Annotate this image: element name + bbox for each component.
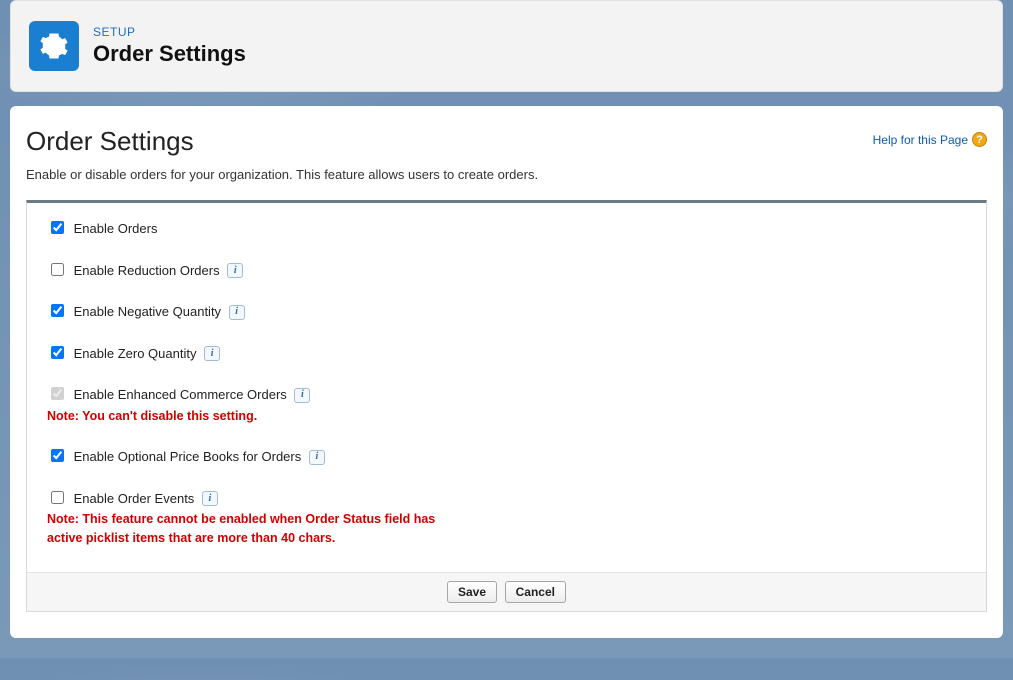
checkbox-enable-zero-quantity[interactable] [51, 346, 64, 359]
option-enable-optional-price-books: Enable Optional Price Books for Orders i [47, 445, 986, 467]
label-enable-reduction-orders: Enable Reduction Orders [74, 263, 220, 278]
page-description: Enable or disable orders for your organi… [26, 167, 987, 182]
setup-header: SETUP Order Settings [10, 0, 1003, 92]
note-enhanced-commerce: Note: You can't disable this setting. [47, 407, 467, 426]
checkbox-enable-optional-price-books[interactable] [51, 449, 64, 462]
checkbox-enable-orders[interactable] [51, 221, 64, 234]
gear-icon [29, 21, 79, 71]
option-enable-reduction-orders: Enable Reduction Orders i [47, 259, 986, 281]
checkbox-enable-enhanced-commerce-orders [51, 387, 64, 400]
info-icon[interactable]: i [294, 388, 310, 403]
help-link-label: Help for this Page [873, 133, 968, 147]
breadcrumb: SETUP [93, 25, 246, 39]
help-icon: ? [972, 132, 987, 147]
label-enable-negative-quantity: Enable Negative Quantity [74, 304, 221, 319]
button-row: Save Cancel [27, 572, 986, 611]
info-icon[interactable]: i [227, 263, 243, 278]
label-enable-optional-price-books: Enable Optional Price Books for Orders [74, 449, 302, 464]
label-enable-zero-quantity: Enable Zero Quantity [74, 346, 197, 361]
checkbox-enable-negative-quantity[interactable] [51, 304, 64, 317]
option-enable-zero-quantity: Enable Zero Quantity i [47, 342, 986, 364]
info-icon[interactable]: i [202, 491, 218, 506]
save-button[interactable]: Save [447, 581, 497, 603]
label-enable-order-events: Enable Order Events [74, 491, 195, 506]
cancel-button[interactable]: Cancel [505, 581, 566, 603]
option-enable-order-events: Enable Order Events i Note: This feature… [47, 487, 986, 548]
info-icon[interactable]: i [204, 346, 220, 361]
label-enable-orders: Enable Orders [74, 221, 158, 236]
content-card: Order Settings Help for this Page ? Enab… [10, 106, 1003, 638]
label-enable-enhanced-commerce-orders: Enable Enhanced Commerce Orders [74, 387, 287, 402]
info-icon[interactable]: i [309, 450, 325, 465]
checkbox-enable-reduction-orders[interactable] [51, 263, 64, 276]
option-enable-orders: Enable Orders [47, 217, 986, 239]
checkbox-enable-order-events[interactable] [51, 491, 64, 504]
option-enable-negative-quantity: Enable Negative Quantity i [47, 300, 986, 322]
option-enable-enhanced-commerce-orders: Enable Enhanced Commerce Orders i Note: … [47, 383, 986, 425]
header-title: Order Settings [93, 41, 246, 67]
info-icon[interactable]: i [229, 305, 245, 320]
help-for-page-link[interactable]: Help for this Page ? [873, 132, 987, 147]
page-title: Order Settings [26, 126, 194, 157]
settings-panel: Enable Orders Enable Reduction Orders i … [26, 200, 987, 612]
note-order-events: Note: This feature cannot be enabled whe… [47, 510, 467, 548]
